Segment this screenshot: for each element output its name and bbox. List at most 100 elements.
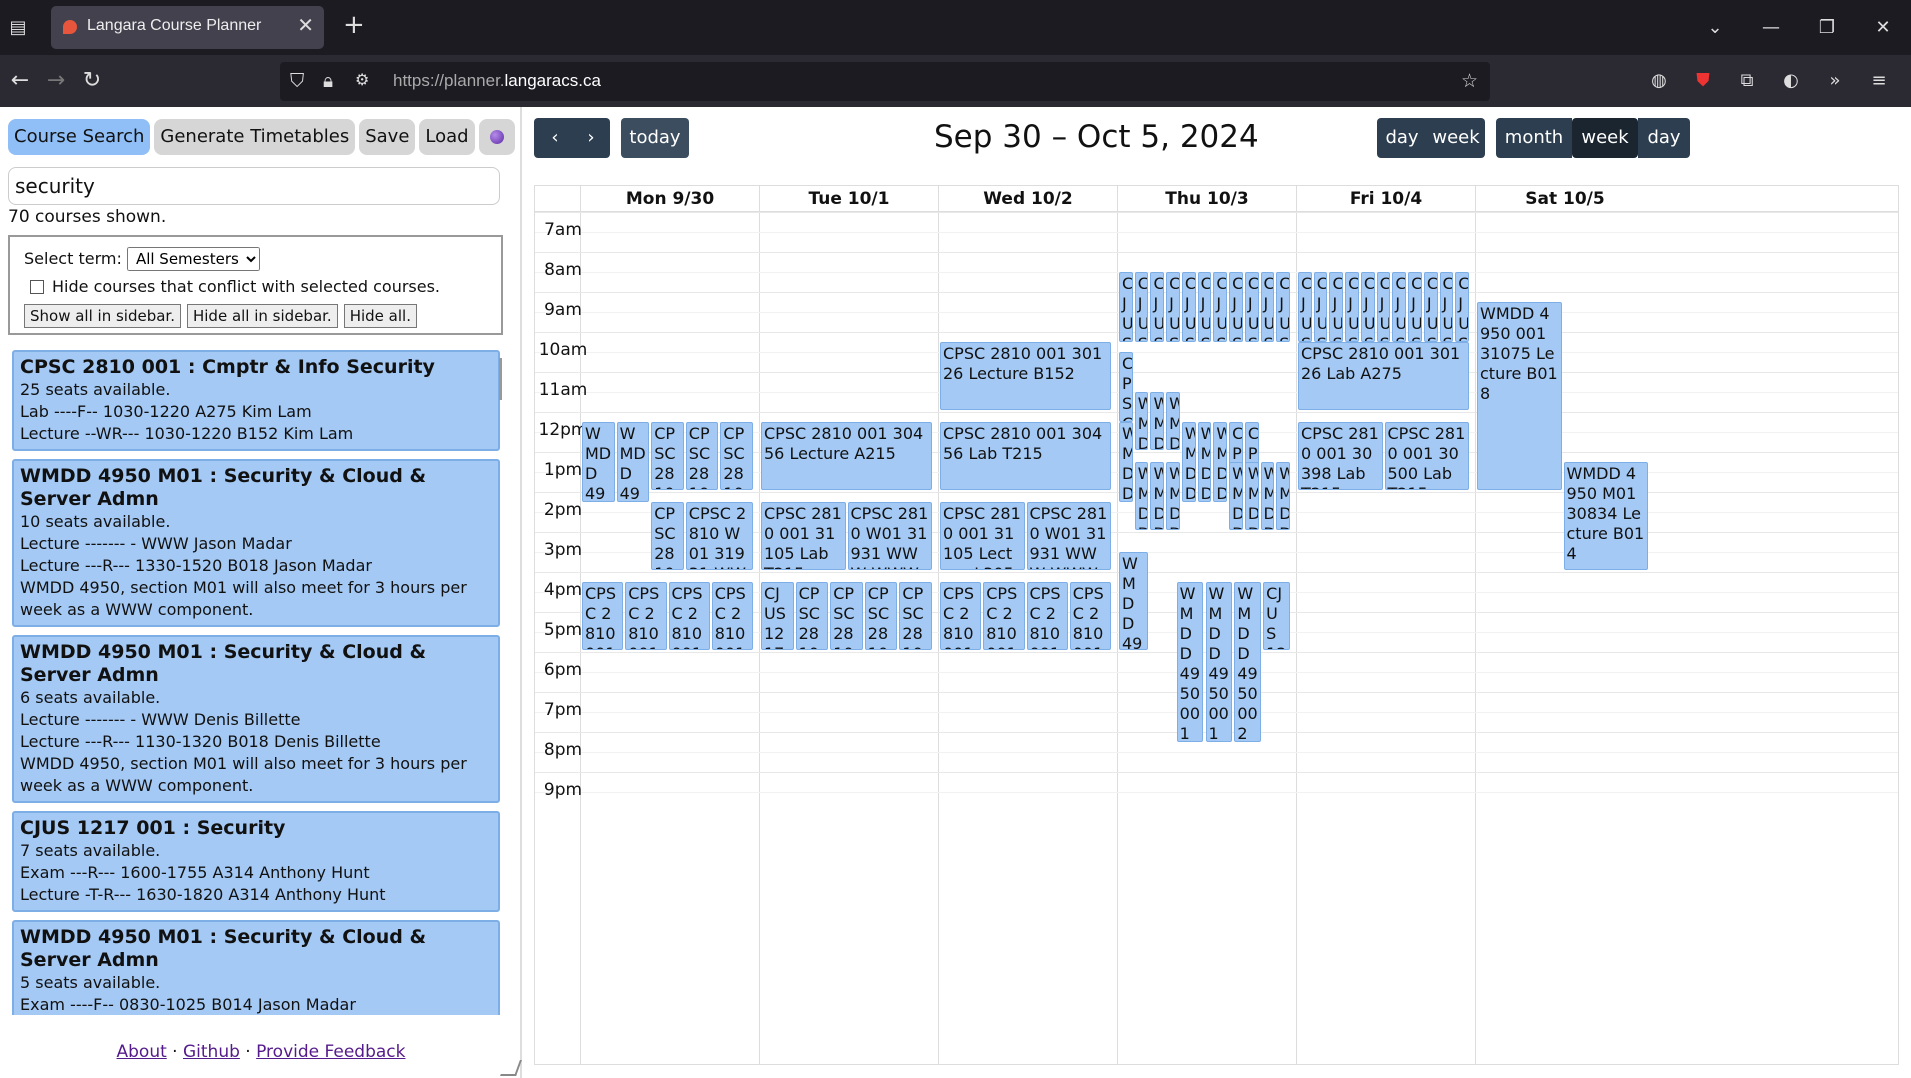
new-tab-icon[interactable]: + <box>343 10 365 40</box>
calendar-event[interactable]: WMDD 4950 M01 30126 <box>1276 462 1290 530</box>
reload-icon[interactable]: ↻ <box>76 65 108 97</box>
calendar-event[interactable]: CJUS 1217 001 10065 <box>1376 272 1391 342</box>
calendar-event[interactable]: CJUS 1217 001 10065 <box>1197 272 1212 342</box>
sidebar-scrollbar[interactable] <box>499 358 502 400</box>
calendar-event[interactable]: CPSC 2810 001 30402 <box>668 582 710 650</box>
close-tab-icon[interactable]: ✕ <box>297 13 314 37</box>
generate-timetables-button[interactable]: Generate Timetables <box>154 119 356 155</box>
course-card[interactable]: WMDD 4950 M01 : Security & Cloud & Serve… <box>12 459 500 627</box>
feedback-link[interactable]: Provide Feedback <box>256 1042 405 1062</box>
calendar-event[interactable]: CPSC 2810 001 30126 Lab A275 <box>1298 342 1469 410</box>
calendar-event[interactable]: CJUS 1217 001 10065 <box>1360 272 1375 342</box>
calendar-event[interactable]: WMDD 4950 M01 30834 <box>1166 392 1180 450</box>
next-week-button[interactable]: › <box>572 118 610 158</box>
course-card[interactable]: CJUS 1217 001 : Security 7 seats availabl… <box>12 811 500 912</box>
calendar-event[interactable]: WMDD 4950 001 31077 Lecture B018 <box>1205 582 1233 742</box>
calendar-event[interactable]: CJUS 1217 001 10065 <box>761 582 794 650</box>
calendar-event[interactable]: CPSC 2810 001 30398 <box>651 422 684 490</box>
calendar-event[interactable]: CPSC 2810 001 30456 Lab T215 <box>940 422 1111 490</box>
calendar-event[interactable]: CJUS 1217 001 10065 <box>1392 272 1407 342</box>
calendar-event[interactable]: CPSC 2810 001 31105 Lab T215 <box>761 502 846 570</box>
calendar-event[interactable]: CJUS 1217 W01 10065 <box>1260 272 1275 342</box>
hide-all-sidebar-button[interactable]: Hide all in sidebar. <box>186 304 338 328</box>
course-card[interactable]: CPSC 2810 001 : Cmptr & Info Security 25 … <box>12 350 500 451</box>
calendar-event[interactable]: WMDD 4950 M01 10126 <box>1134 462 1149 530</box>
calendar-event[interactable]: CJUS 1217 001 10065 <box>1423 272 1438 342</box>
calendar-event[interactable]: WMDD 4950 M01 30442 Lecture B018 <box>1119 552 1149 650</box>
view-week-toggle[interactable]: week <box>1572 118 1638 158</box>
calendar-event[interactable]: WMDD 4950 M01 Lecture B018 <box>1119 422 1133 502</box>
calendar-event[interactable]: CPSC 2810 001 31105 <box>651 502 684 570</box>
extension-avatar-icon[interactable]: ◐ <box>1778 68 1804 94</box>
calendar-event[interactable]: CPSC 2810 001 30890 <box>711 582 753 650</box>
term-select[interactable]: All Semesters <box>126 247 260 271</box>
bookmark-star-icon[interactable]: ☆ <box>1461 70 1478 92</box>
calendar-event[interactable]: WMDD 4950 M01 30834 <box>1244 462 1259 530</box>
view-day-toggle[interactable]: day <box>1638 118 1690 158</box>
address-bar[interactable]: ⛉ 🔒︎ ⚙ https://planner.langaracs.ca ☆ <box>280 62 1490 101</box>
menu-hamburger-icon[interactable]: ≡ <box>1866 68 1892 94</box>
calendar-event[interactable]: CPSC 2810 001 30209 <box>795 582 829 650</box>
calendar-event[interactable]: CJUS 1217 001 10065 <box>1150 272 1165 342</box>
search-input[interactable]: security <box>8 167 500 205</box>
theme-toggle-button[interactable] <box>478 119 515 155</box>
about-link[interactable]: About <box>117 1042 167 1062</box>
calendar-event[interactable]: CPSC 2810 001 31105 Lecture L305 <box>940 502 1025 570</box>
calendar-event[interactable]: CJUS 1217 001 10065 <box>1166 272 1180 342</box>
calendar-event[interactable]: CPSC 2810 001 30126 Lecture B152 <box>940 342 1111 410</box>
calendar-event[interactable]: CPSC 2810 001 30500 <box>720 422 753 490</box>
calendar-event[interactable]: WMDD 4950 M01 30126 <box>1260 462 1275 530</box>
tab-overflow-chevron-icon[interactable]: ⌄ <box>1687 17 1743 38</box>
calendar-event[interactable]: CPSC 2810 001 30356 <box>625 582 667 650</box>
lock-icon[interactable]: 🔒︎ <box>323 70 333 92</box>
calendar-event[interactable]: CJUS 1217 001 10065 <box>1263 582 1290 650</box>
calendar-event[interactable]: CJUS 1217 001 10065 <box>1229 272 1243 342</box>
calendar-event[interactable]: CJUS 1217 001 10065 <box>1276 272 1290 342</box>
calendar-event[interactable]: WMDD 4950 M01 20679 Lecture B014 <box>616 422 650 502</box>
calendar-event[interactable]: WMDD 4950 002 10942 Lecture B018 <box>1234 582 1262 742</box>
calendar-event[interactable]: CPSC 2810 001 30356 <box>830 582 863 650</box>
calendar-event[interactable]: CPSC 2810 001 30402 <box>1026 582 1068 650</box>
calendar-event[interactable]: CPSC 2810 001 30356 <box>983 582 1025 650</box>
save-button[interactable]: Save <box>359 119 416 155</box>
calendar-event[interactable]: CPSC 2810 001 30890 <box>1069 582 1111 650</box>
calendar-event[interactable]: CJUS 1217 001 10065 <box>1408 272 1422 342</box>
hide-conflicts-checkbox[interactable] <box>30 279 44 294</box>
calendar-event[interactable]: CPSC 2810 001 30456 Lecture A215 <box>761 422 932 490</box>
extensions-puzzle-icon[interactable]: ⧉ <box>1734 68 1760 94</box>
hide-all-button[interactable]: Hide all. <box>343 304 417 328</box>
view-month-button[interactable]: month <box>1496 118 1572 158</box>
calendar-event[interactable]: CJUS 1217 001 11065 <box>1439 272 1454 342</box>
calendar-event[interactable]: CPSC 2810 001 30126 <box>1119 352 1133 422</box>
calendar-event[interactable]: CPSC 2810 W01 31931 WWW WWW <box>1026 502 1111 570</box>
show-all-sidebar-button[interactable]: Show all in sidebar. <box>24 304 181 328</box>
calendar-event[interactable]: CJUS 1217 001 10065 <box>1329 272 1344 342</box>
course-card[interactable]: WMDD 4950 M01 : Security & Cloud & Serve… <box>12 920 500 1015</box>
shield-icon[interactable]: ⛉ <box>290 70 304 92</box>
permissions-icon[interactable]: ⚙ <box>355 70 369 89</box>
ublock-icon[interactable]: ⛊ <box>1690 68 1716 94</box>
calendar-event[interactable]: WMDD 4950 M01 30834 Lecture B014 <box>1563 462 1648 570</box>
calendar-event[interactable]: WMDD 4950 001 10942 Lecture B018 <box>1176 582 1204 742</box>
browser-tab[interactable]: Langara Course Planner ✕ <box>51 6 324 49</box>
calendar-event[interactable]: CPSC 2810 001 30209 <box>582 582 624 650</box>
view-week-button[interactable]: week <box>1427 118 1485 158</box>
today-button[interactable]: today <box>621 118 689 158</box>
calendar-event[interactable]: CPSC 2810 001 30398 Lab T215 <box>1298 422 1383 490</box>
calendar-event[interactable]: CJUS 1217 001 10065 <box>1119 272 1133 342</box>
calendar-event[interactable]: CJUS 1217 W01 10065 <box>1455 272 1469 342</box>
calendar-event[interactable]: CPSC 2810 001 30402 <box>864 582 898 650</box>
calendar-event[interactable]: CJUS 1217 001 10065 <box>1313 272 1328 342</box>
resize-handle-icon[interactable] <box>500 1060 522 1076</box>
calendar-event[interactable]: CPSC 2810 001 30890 <box>899 582 932 650</box>
forward-arrow-icon[interactable]: → <box>40 65 72 97</box>
overflow-chevrons-icon[interactable]: » <box>1822 68 1848 94</box>
calendar-event[interactable]: CJUS 1217 001 10065 <box>1213 272 1228 342</box>
profile-globe-icon[interactable]: ◍ <box>1646 68 1672 94</box>
github-link[interactable]: Github <box>183 1042 240 1062</box>
calendar-event[interactable]: CJUS 1217 001 10065 <box>1345 272 1359 342</box>
calendar-event[interactable]: CPSC 2810 W01 31931 WWW <box>685 502 753 570</box>
minimize-icon[interactable]: — <box>1743 17 1799 38</box>
calendar-event[interactable]: CJUS 1217 001 10065 <box>1298 272 1312 342</box>
calendar-event[interactable]: WMDD 4950 M01 20679 <box>1150 392 1165 450</box>
